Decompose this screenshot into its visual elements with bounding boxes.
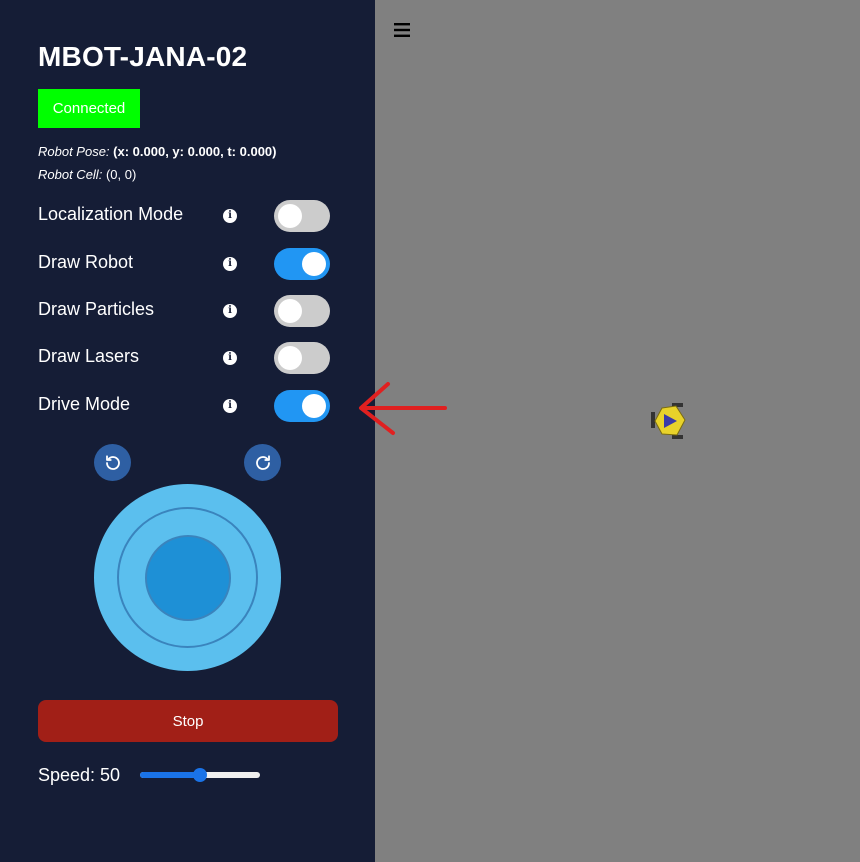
draw-particles-toggle[interactable] [274, 295, 330, 327]
toggle-knob [302, 394, 326, 418]
robot-cell-label: Robot Cell: [38, 167, 103, 182]
robot-pose-line: Robot Pose: (x: 0.000, y: 0.000, t: 0.00… [38, 144, 276, 159]
speed-slider[interactable] [140, 768, 260, 782]
toggle-knob [278, 346, 302, 370]
draw-robot-toggle[interactable] [274, 248, 330, 280]
toggle-row-localization-mode: Localization Mode i [38, 200, 338, 232]
rotate-cw-icon [255, 454, 270, 470]
toggle-row-draw-robot: Draw Robot i [38, 248, 338, 280]
info-icon[interactable]: i [223, 399, 237, 413]
info-icon[interactable]: i [223, 304, 237, 318]
robot-cell-value: (0, 0) [105, 167, 137, 182]
toggle-label: Draw Particles [38, 299, 155, 319]
rotate-ccw-icon [105, 454, 120, 470]
speed-label: Speed: 50 [38, 765, 121, 785]
rotate-right-button[interactable] [244, 444, 281, 481]
toggle-knob [302, 252, 326, 276]
speed-slider-thumb[interactable] [193, 768, 207, 782]
toggle-label: Draw Robot [38, 252, 134, 272]
stop-button[interactable]: Stop [38, 700, 338, 742]
info-icon[interactable]: i [223, 351, 237, 365]
draw-lasers-toggle[interactable] [274, 342, 330, 374]
toggle-row-drive-mode: Drive Mode i [38, 390, 338, 422]
speed-slider-fill [140, 772, 200, 778]
robot-name-title: MBOT-JANA-02 [38, 41, 248, 72]
robot-pose-label: Robot Pose: [38, 144, 110, 159]
hamburger-icon[interactable] [392, 20, 412, 40]
info-icon[interactable]: i [223, 209, 237, 223]
localization-mode-toggle[interactable] [274, 200, 330, 232]
toggle-knob [278, 204, 302, 228]
toggle-label: Drive Mode [38, 394, 131, 414]
toggle-knob [278, 299, 302, 323]
info-icon[interactable]: i [223, 257, 237, 271]
toggle-label: Localization Mode [38, 204, 184, 224]
control-sidebar: MBOT-JANA-02 Connected Robot Pose: (x: 0… [0, 0, 375, 862]
rotate-left-button[interactable] [94, 444, 131, 481]
robot-icon [651, 403, 686, 439]
robot-cell-line: Robot Cell: (0, 0) [38, 167, 136, 182]
red-arrow-icon [359, 382, 447, 435]
toggle-row-draw-particles: Draw Particles i [38, 295, 338, 327]
drive-mode-toggle[interactable] [274, 390, 330, 422]
robot-pose-value: (x: 0.000, y: 0.000, t: 0.000) [113, 144, 277, 159]
joystick-knob[interactable] [145, 535, 231, 621]
toggle-row-draw-lasers: Draw Lasers i [38, 342, 338, 374]
toggle-label: Draw Lasers [38, 346, 140, 366]
connection-status-badge: Connected [38, 89, 140, 128]
